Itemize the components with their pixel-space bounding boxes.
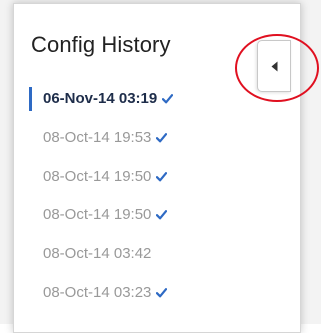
history-item[interactable]: 08-Oct-14 19:50 [31,164,173,203]
history-item-label: 08-Oct-14 03:42 [43,245,152,263]
panel-title: Config History [31,32,171,57]
history-item-label: 06-Nov-14 03:19 [43,90,158,107]
config-history-list: 06-Nov-14 03:19 08-Oct-14 19:53 08-Oct-1… [28,86,174,319]
check-icon [156,210,168,220]
history-item-label: 08-Oct-14 19:53 [43,128,152,146]
history-item-label: 08-Oct-14 19:50 [43,206,152,224]
history-item[interactable]: 08-Oct-14 19:53 [31,125,173,164]
history-item[interactable]: 08-Oct-14 03:23 [31,280,173,319]
history-item[interactable]: 08-Oct-14 03:42 [31,241,173,280]
check-icon [162,94,174,104]
caret-left-icon [271,61,278,72]
history-item[interactable]: 06-Nov-14 03:19 [28,86,174,125]
collapse-panel-button[interactable] [257,40,291,92]
history-item-label: 08-Oct-14 19:50 [43,167,152,185]
check-icon [156,171,168,182]
history-item[interactable]: 08-Oct-14 19:50 [31,202,173,241]
check-icon [156,132,168,143]
history-item-label: 08-Oct-14 03:23 [43,283,152,301]
check-icon [156,288,168,298]
